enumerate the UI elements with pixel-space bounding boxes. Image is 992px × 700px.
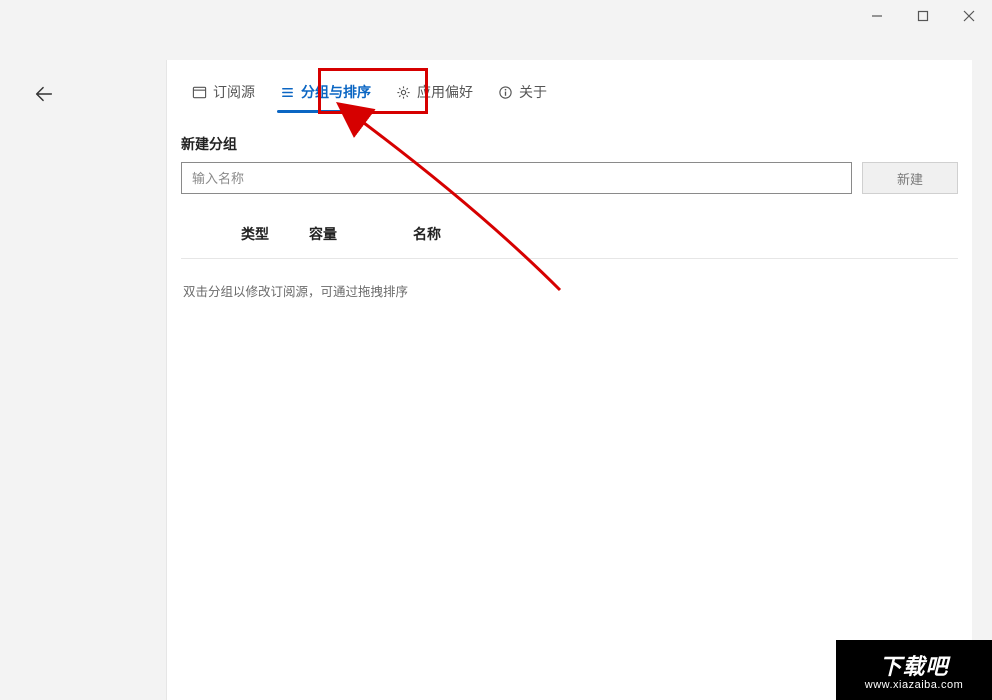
close-button[interactable] [946, 0, 992, 32]
create-group-row: 新建 [181, 162, 958, 194]
tab-preferences-label: 应用偏好 [417, 82, 473, 102]
close-icon [963, 10, 975, 22]
watermark-brand: 下载吧 [879, 649, 948, 681]
column-capacity: 容量 [309, 224, 337, 244]
watermark-url: www.xiazaiba.com [865, 679, 963, 691]
back-button[interactable] [30, 80, 58, 108]
feed-icon [191, 84, 207, 100]
app-window: 订阅源 分组与排序 应用偏好 关于 新建分组 [0, 0, 992, 700]
tab-about[interactable]: 关于 [487, 74, 557, 112]
tab-bar: 订阅源 分组与排序 应用偏好 关于 [167, 60, 972, 112]
minimize-icon [871, 10, 883, 22]
minimize-button[interactable] [854, 0, 900, 32]
group-name-input[interactable] [181, 162, 852, 194]
maximize-button[interactable] [900, 0, 946, 32]
groups-hint-text: 双击分组以修改订阅源，可通过拖拽排序 [181, 259, 958, 322]
tab-sources-label: 订阅源 [213, 82, 255, 102]
column-type: 类型 [241, 224, 269, 244]
window-titlebar [854, 0, 992, 32]
tab-sources[interactable]: 订阅源 [181, 74, 265, 112]
tab-grouping[interactable]: 分组与排序 [269, 74, 381, 112]
watermark: 下载吧 www.xiazaiba.com [836, 640, 992, 700]
column-name: 名称 [413, 224, 441, 244]
create-group-title: 新建分组 [181, 134, 958, 154]
tab-content: 新建分组 新建 类型 容量 名称 双击分组以修改订阅源，可通过拖拽排序 [167, 112, 972, 322]
tab-preferences[interactable]: 应用偏好 [385, 74, 483, 112]
gear-icon [395, 84, 411, 100]
tab-grouping-label: 分组与排序 [301, 82, 371, 102]
tab-about-label: 关于 [519, 82, 547, 102]
arrow-left-icon [33, 83, 55, 105]
groups-table-header: 类型 容量 名称 [181, 194, 958, 259]
create-group-button[interactable]: 新建 [862, 162, 958, 194]
info-icon [497, 84, 513, 100]
settings-panel: 订阅源 分组与排序 应用偏好 关于 新建分组 [166, 60, 972, 700]
maximize-icon [917, 10, 929, 22]
list-icon [279, 84, 295, 100]
